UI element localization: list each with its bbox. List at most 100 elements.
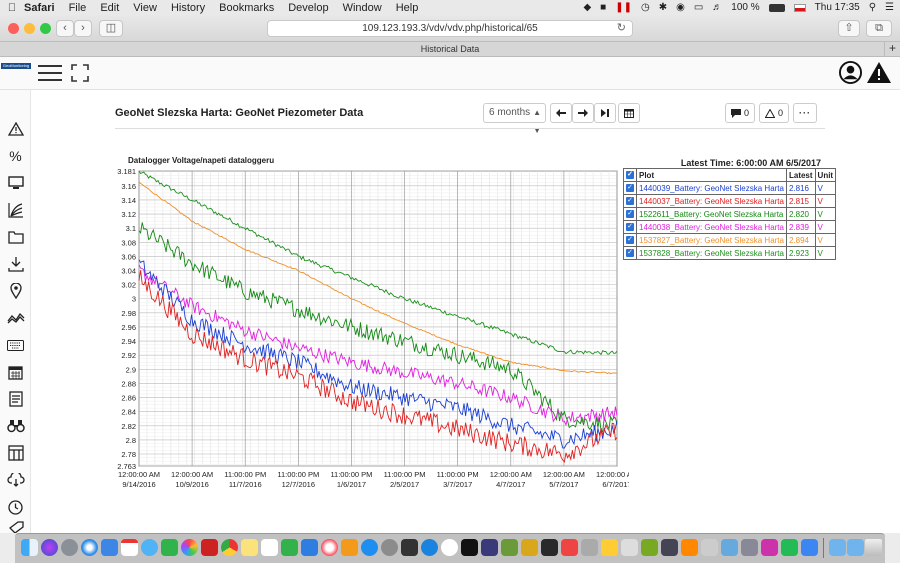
share-button[interactable]: ⇧: [838, 20, 860, 37]
menu-develop[interactable]: Develop: [288, 2, 328, 14]
app-icon-17[interactable]: [741, 539, 758, 556]
legend-plot-name[interactable]: 1537827_Battery: GeoNet Slezska Harta: [636, 233, 787, 247]
launchpad-icon[interactable]: [61, 539, 78, 556]
select-all-checkbox[interactable]: ✓: [626, 171, 634, 180]
menu-window[interactable]: Window: [343, 2, 382, 14]
sidebar-clock[interactable]: [5, 498, 26, 516]
system-preferences-icon[interactable]: [381, 539, 398, 556]
app-icon-10[interactable]: [601, 539, 618, 556]
app-icon-19[interactable]: [781, 539, 798, 556]
folder-stack-2-icon[interactable]: [847, 539, 864, 556]
sidebar-alarms[interactable]: [5, 120, 26, 138]
hamburger-menu-icon[interactable]: [38, 65, 62, 81]
fullscreen-icon[interactable]: [71, 64, 89, 82]
xcode-icon[interactable]: [801, 539, 818, 556]
sidebar-cloud-download[interactable]: [5, 471, 26, 489]
wifi-icon[interactable]: ◉: [676, 2, 685, 13]
app-icon-8[interactable]: [561, 539, 578, 556]
menu-view[interactable]: View: [133, 2, 157, 14]
keynote-icon[interactable]: [301, 539, 318, 556]
menu-bookmarks[interactable]: Bookmarks: [219, 2, 274, 14]
spotlight-icon[interactable]: ⚲: [869, 2, 876, 13]
app-icon-9[interactable]: [581, 539, 598, 556]
app-icon-11[interactable]: [621, 539, 638, 556]
calendar-app-icon[interactable]: [121, 539, 138, 556]
finder-icon[interactable]: [21, 539, 38, 556]
sidebar-charts[interactable]: [5, 201, 26, 219]
mail-icon[interactable]: [101, 539, 118, 556]
app-icon-18[interactable]: [761, 539, 778, 556]
calendar-picker-button[interactable]: [618, 103, 640, 123]
menu-help[interactable]: Help: [396, 2, 419, 14]
app-store-icon[interactable]: [361, 539, 378, 556]
folder-stack-1-icon[interactable]: [829, 539, 846, 556]
app-icon-12[interactable]: [641, 539, 658, 556]
safari-icon[interactable]: [81, 539, 98, 556]
photos-icon[interactable]: [181, 539, 198, 556]
user-account-icon[interactable]: [839, 61, 862, 84]
menu-history[interactable]: History: [171, 2, 205, 14]
app-icon-1[interactable]: [401, 539, 418, 556]
sonos-icon[interactable]: [461, 539, 478, 556]
warning-icon[interactable]: [867, 62, 891, 83]
sidebar-toggle-button[interactable]: ◫: [99, 20, 123, 37]
more-options-button[interactable]: ···: [793, 103, 817, 123]
photo-booth-icon[interactable]: [201, 539, 218, 556]
battery-icon[interactable]: [768, 3, 785, 12]
reload-icon[interactable]: ↻: [617, 21, 626, 36]
notes-app-icon[interactable]: [241, 539, 258, 556]
trash-icon[interactable]: [865, 539, 882, 556]
reminders-icon[interactable]: [261, 539, 278, 556]
bluetooth-icon[interactable]: ✱: [659, 2, 667, 13]
next-period-button[interactable]: [572, 103, 594, 123]
time-machine-icon[interactable]: ◷: [641, 2, 650, 13]
app-icon-2[interactable]: [421, 539, 438, 556]
dropbox-icon[interactable]: ◆: [583, 2, 591, 13]
series-visibility-checkbox[interactable]: ✓: [626, 223, 634, 232]
app-icon-15[interactable]: [701, 539, 718, 556]
window-zoom-button[interactable]: [40, 23, 51, 34]
tab-historical-data[interactable]: Historical Data: [421, 44, 480, 54]
clock[interactable]: Thu 17:35: [815, 2, 860, 13]
legend-plot-name[interactable]: 1440039_Battery: GeoNet Slezska Harta: [636, 181, 787, 195]
window-close-button[interactable]: [8, 23, 19, 34]
sidebar-calendar[interactable]: [5, 363, 26, 381]
notification-center-icon[interactable]: ☰: [885, 2, 894, 13]
series-visibility-checkbox[interactable]: ✓: [626, 210, 634, 219]
status-extra-icon[interactable]: ■: [600, 2, 606, 13]
app-icon-14[interactable]: [681, 539, 698, 556]
sidebar-binoculars[interactable]: [5, 417, 26, 435]
series-visibility-checkbox[interactable]: ✓: [626, 184, 634, 193]
tabs-overview-button[interactable]: ⧉: [866, 20, 892, 37]
itunes-icon[interactable]: [321, 539, 338, 556]
messages-icon[interactable]: [141, 539, 158, 556]
chrome-icon[interactable]: [221, 539, 238, 556]
airplay-icon[interactable]: ▭: [694, 2, 703, 13]
back-button[interactable]: ‹: [56, 20, 74, 37]
menu-edit[interactable]: Edit: [100, 2, 119, 14]
voltage-chart[interactable]: 3.181 3.16 3.14 3.12 3.1 3.08 3.06 3.04 3.02 3 2.9…: [109, 166, 629, 496]
numbers-icon[interactable]: [281, 539, 298, 556]
previous-period-button[interactable]: [550, 103, 572, 123]
comments-button[interactable]: 0: [725, 103, 755, 123]
legend-plot-name[interactable]: 1537828_Battery: GeoNet Slezska Harta: [636, 246, 787, 260]
app-icon-3[interactable]: [441, 539, 458, 556]
app-icon-7[interactable]: [541, 539, 558, 556]
sidebar-tag[interactable]: [5, 520, 26, 533]
facetime-icon[interactable]: [161, 539, 178, 556]
app-icon-13[interactable]: [661, 539, 678, 556]
jump-to-latest-button[interactable]: [594, 103, 616, 123]
menu-app-name[interactable]: Safari: [24, 2, 55, 14]
legend-plot-name[interactable]: 1440037_Battery: GeoNet Slezska Harta: [636, 194, 787, 208]
flag-icon[interactable]: [793, 3, 806, 12]
app-icon-5[interactable]: [501, 539, 518, 556]
window-minimize-button[interactable]: [24, 23, 35, 34]
sidebar-monitor[interactable]: [5, 174, 26, 192]
battery-percent[interactable]: 100 %: [731, 2, 759, 13]
apple-menu-icon[interactable]: : [0, 2, 24, 14]
app-icon-16[interactable]: [721, 539, 738, 556]
pause-icon[interactable]: ❚❚: [615, 2, 632, 13]
time-range-select[interactable]: 6 months ▲ ▼: [483, 103, 546, 135]
alerts-button[interactable]: 0: [759, 103, 789, 123]
series-visibility-checkbox[interactable]: ✓: [626, 197, 634, 206]
